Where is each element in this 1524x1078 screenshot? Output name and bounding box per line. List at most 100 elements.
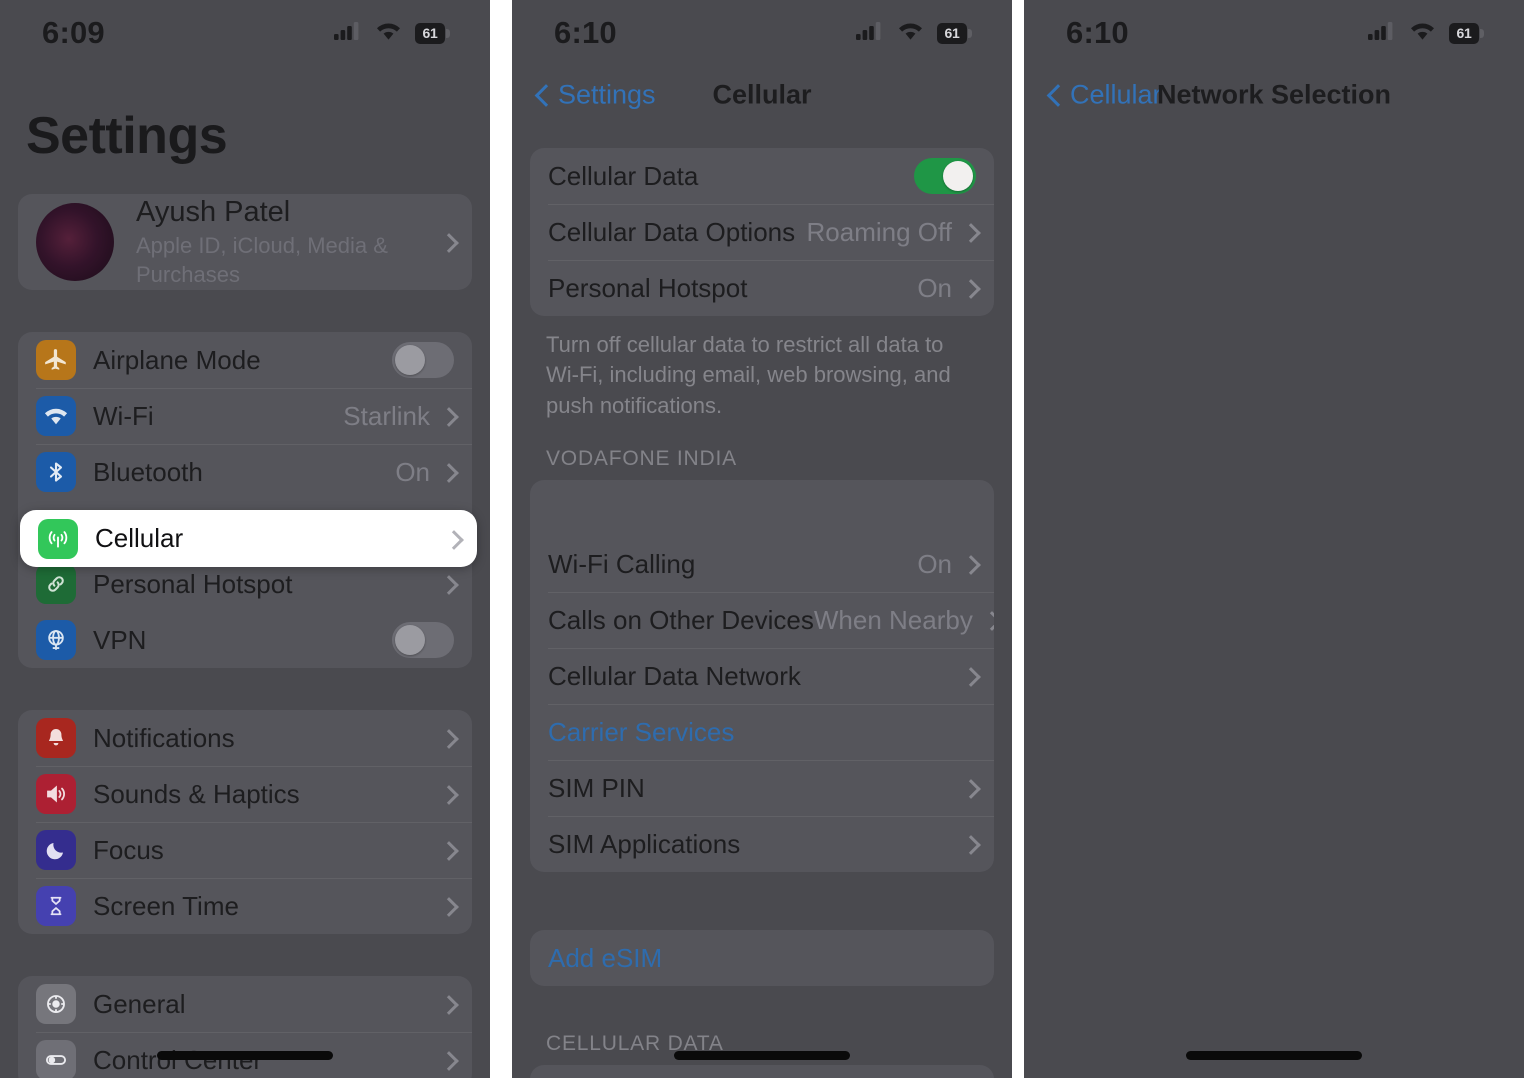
cellular-icon: [38, 518, 78, 559]
wifi-icon: [897, 21, 924, 46]
focus-icon: [36, 830, 76, 870]
battery-percent: 61: [944, 25, 960, 41]
row-value: On: [917, 548, 952, 579]
carrier-group: Wi-Fi Calling On Calls on Other Devices …: [530, 480, 994, 873]
row-value: Roaming Off: [806, 216, 952, 247]
chevron-right-icon: [447, 529, 459, 549]
airplane-icon: [36, 340, 76, 380]
cellular-data-toggle[interactable]: [914, 158, 976, 194]
sidebar-item-notifications[interactable]: Notifications: [18, 710, 472, 766]
row-personal-hotspot[interactable]: Personal Hotspot On: [530, 260, 994, 316]
sidebar-item-label: Bluetooth: [93, 456, 203, 487]
cellular-signal-icon: [856, 21, 884, 46]
row-calls-on-other-devices[interactable]: Calls on Other Devices When Nearby: [530, 592, 994, 648]
row-label: Cellular Data: [548, 160, 699, 191]
vpn-icon: [36, 620, 76, 660]
row-cellular-data-options[interactable]: Cellular Data Options Roaming Off: [530, 204, 994, 260]
highlighted-row-label: Cellular: [95, 523, 184, 553]
sounds-icon: [36, 774, 76, 814]
sidebar-item-label: Control Center: [93, 1044, 262, 1075]
row-sim-pin[interactable]: SIM PIN: [530, 760, 994, 816]
chevron-right-icon: [964, 834, 976, 854]
general-icon: [36, 984, 76, 1024]
account-name: Ayush Patel: [136, 195, 291, 228]
sidebar-item-focus[interactable]: Focus: [18, 822, 472, 878]
sidebar-item-value: Starlink: [343, 400, 430, 431]
chevron-right-icon: [442, 840, 454, 860]
sidebar-item-bluetooth[interactable]: Bluetooth On: [18, 444, 472, 500]
row-label: Calls on Other Devices: [548, 604, 814, 635]
status-icons: 61: [856, 21, 974, 46]
chevron-right-icon: [442, 728, 454, 748]
vpn-toggle[interactable]: [392, 622, 454, 658]
row-cellular-data-network[interactable]: Cellular Data Network: [530, 648, 994, 704]
row-label: Wi-Fi Calling: [548, 548, 696, 579]
sidebar-item-label: Personal Hotspot: [93, 568, 293, 599]
row-value: When Nearby: [813, 604, 973, 635]
sidebar-item-label: Notifications: [93, 722, 235, 753]
battery-percent: 61: [422, 25, 438, 41]
battery-percent: 61: [1456, 25, 1472, 41]
row-label: SIM PIN: [548, 772, 645, 803]
sidebar-item-wifi[interactable]: Wi-Fi Starlink: [18, 388, 472, 444]
carrier-section-header: VODAFONE INDIA: [546, 447, 737, 471]
row-label: Cellular Data Options: [548, 216, 796, 247]
home-indicator: [1186, 1051, 1362, 1060]
cellular-signal-icon: [334, 21, 362, 46]
row-label: Personal Hotspot: [548, 272, 748, 303]
cellular-signal-icon: [1368, 21, 1396, 46]
sidebar-item-airplane-mode[interactable]: Airplane Mode: [18, 332, 472, 388]
row-label: Cellular Data Network: [548, 660, 801, 691]
sidebar-item-value: On: [395, 456, 430, 487]
row-current-period: Current Period 38.8 GB: [530, 1065, 994, 1078]
panel-network-selection: 6:10 61 Cellular Network Selection: [1024, 0, 1524, 1078]
row-add-esim[interactable]: Add eSIM: [530, 930, 994, 986]
status-time: 6:10: [554, 15, 617, 50]
general-group: General Control Center: [18, 976, 472, 1078]
sidebar-item-sounds-haptics[interactable]: Sounds & Haptics: [18, 766, 472, 822]
battery-icon: 61: [1449, 22, 1486, 44]
add-esim-group: Add eSIM: [530, 930, 994, 987]
battery-icon: 61: [415, 22, 452, 44]
status-bar: 6:10 61: [512, 0, 1012, 66]
sidebar-item-vpn[interactable]: VPN: [18, 612, 472, 668]
row-sim-applications[interactable]: SIM Applications: [530, 816, 994, 872]
controlcenter-icon: [36, 1040, 76, 1078]
status-bar: 6:09 61: [0, 0, 490, 66]
nav-title: Network Selection: [1156, 79, 1392, 110]
nav-bar: Cellular Network Selection: [1024, 66, 1524, 124]
chevron-right-icon: [964, 778, 976, 798]
nav-title: Cellular: [712, 79, 812, 110]
nav-bar: Settings Cellular: [512, 66, 1012, 124]
chevron-right-icon: [964, 666, 976, 686]
connectivity-group: Airplane Mode Wi-Fi Starlink Bluetooth O…: [18, 332, 472, 668]
row-label: SIM Applications: [548, 828, 741, 859]
chevron-right-icon: [442, 406, 454, 426]
status-time: 6:09: [42, 15, 105, 50]
account-subtitle: Apple ID, iCloud, Media & Purchases: [136, 233, 388, 287]
account-row[interactable]: Ayush Patel Apple ID, iCloud, Media & Pu…: [18, 194, 472, 290]
chevron-right-icon: [442, 896, 454, 916]
sidebar-item-label: Wi-Fi: [93, 400, 154, 431]
sidebar-item-general[interactable]: General: [18, 976, 472, 1032]
row-carrier-services[interactable]: Carrier Services: [530, 704, 994, 760]
wifi-icon: [36, 396, 76, 436]
row-cellular-data[interactable]: Cellular Data: [530, 148, 994, 204]
sidebar-item-label: General: [93, 988, 186, 1019]
sidebar-item-label: Screen Time: [93, 890, 239, 921]
row-label: Add eSIM: [548, 942, 663, 973]
wifi-icon: [1409, 21, 1436, 46]
panel-cellular: 6:10 61 Settings Cellular Cellular Data …: [512, 0, 1012, 1078]
sidebar-item-screen-time[interactable]: Screen Time: [18, 878, 472, 934]
airplane-mode-toggle[interactable]: [392, 342, 454, 378]
row-wifi-calling[interactable]: Wi-Fi Calling On: [530, 536, 994, 592]
chevron-right-icon: [442, 574, 454, 594]
sidebar-item-label: VPN: [93, 624, 147, 655]
chevron-right-icon: [442, 462, 454, 482]
page-title: Settings: [26, 107, 228, 165]
status-icons: 61: [334, 21, 452, 46]
cellular-data-footnote: Turn off cellular data to restrict all d…: [546, 332, 951, 418]
highlighted-row-cellular[interactable]: Cellular: [20, 510, 477, 567]
panel-settings: 6:09 61 Settings Ayush Patel Apple ID, i…: [0, 0, 490, 1078]
row-value: On: [917, 272, 952, 303]
